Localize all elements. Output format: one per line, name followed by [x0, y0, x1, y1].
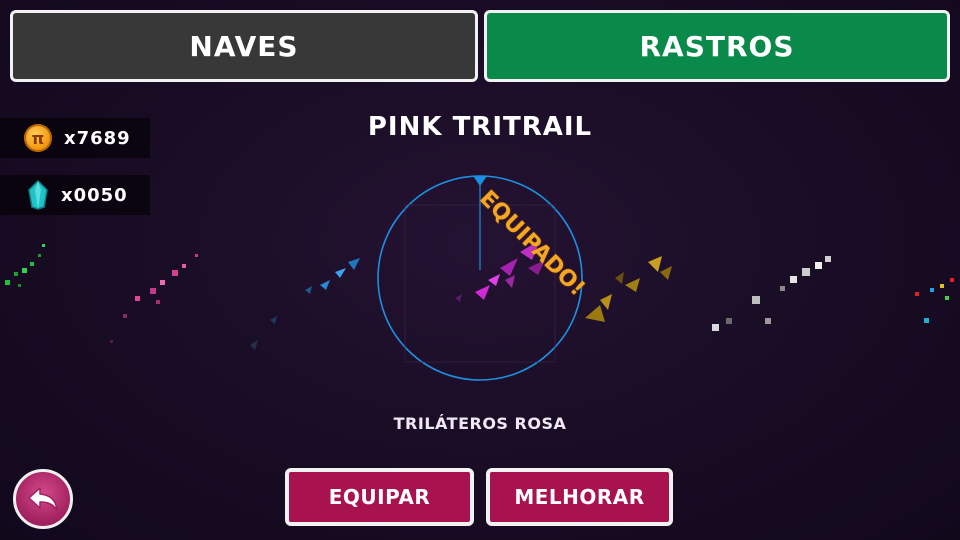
selector-marker-icon	[473, 176, 487, 186]
trail-carousel[interactable]	[0, 0, 960, 540]
upgrade-button[interactable]: MELHORAR	[486, 468, 673, 526]
trail-preview-gold[interactable]	[585, 256, 672, 322]
trail-preview-green[interactable]	[5, 244, 45, 287]
trail-preview-blue[interactable]	[250, 258, 360, 350]
back-button[interactable]	[13, 469, 73, 529]
trail-preview-rainbow[interactable]	[915, 278, 954, 323]
trail-preview-pink-cubes[interactable]	[110, 254, 198, 343]
back-arrow-icon	[28, 487, 58, 511]
trail-preview-white[interactable]	[712, 256, 831, 331]
equip-button[interactable]: EQUIPAR	[285, 468, 474, 526]
item-description: TRILÁTEROS ROSA	[393, 414, 567, 433]
